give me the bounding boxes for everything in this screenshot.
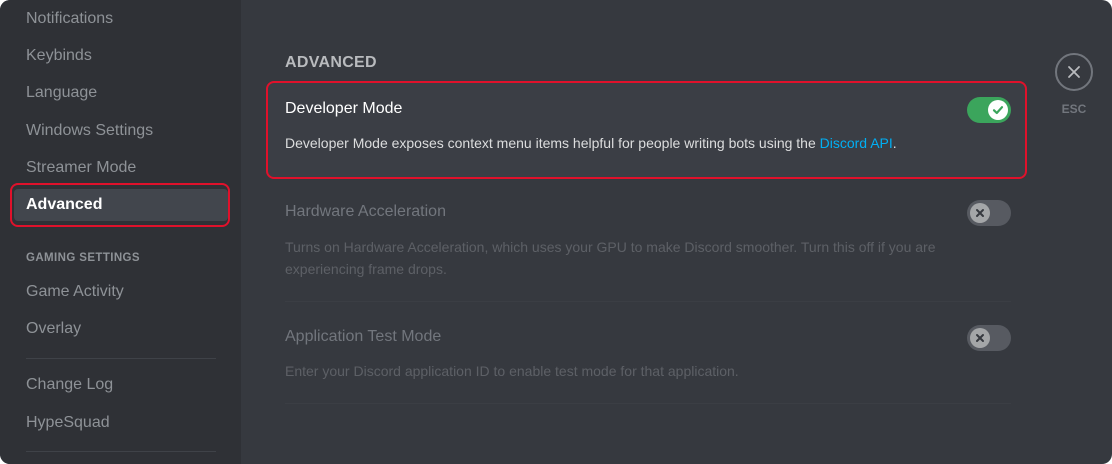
setting-description-text: Developer Mode exposes context menu item… <box>285 135 820 151</box>
sidebar-divider <box>26 451 216 452</box>
sidebar-item-label: Streamer Mode <box>26 159 137 176</box>
sidebar-divider <box>26 358 216 359</box>
sidebar-item-label: Game Activity <box>26 283 124 300</box>
x-icon <box>1068 66 1080 78</box>
x-icon <box>976 334 984 342</box>
sidebar-item-hypesquad[interactable]: HypeSquad <box>14 407 228 439</box>
sidebar-section-header: GAMING SETTINGS <box>26 252 140 264</box>
sidebar-item-keybinds[interactable]: Keybinds <box>14 40 228 72</box>
sidebar-item-label: Language <box>26 84 98 101</box>
toggle-knob <box>988 100 1008 120</box>
discord-api-link[interactable]: Discord API <box>820 135 893 151</box>
setting-hardware-acceleration: Hardware Acceleration Turns on Hardware … <box>285 200 1011 303</box>
setting-description: Turns on Hardware Acceleration, which us… <box>285 239 936 277</box>
x-icon <box>976 209 984 217</box>
setting-title: Developer Mode <box>285 100 403 117</box>
settings-window: Notifications Keybinds Language Windows … <box>0 0 1112 464</box>
page-title: ADVANCED <box>285 54 377 71</box>
sidebar-item-label: HypeSquad <box>26 414 110 431</box>
setting-title: Application Test Mode <box>285 328 442 345</box>
sidebar-item-label: Windows Settings <box>26 122 154 139</box>
sidebar-item-label: Change Log <box>26 376 114 393</box>
setting-description: Developer Mode exposes context menu item… <box>285 132 965 154</box>
sidebar-item-language[interactable]: Language <box>14 77 228 109</box>
selection-highlight <box>10 183 230 227</box>
setting-divider <box>285 301 1011 302</box>
toggle-knob <box>970 203 990 223</box>
setting-description-end: . <box>892 135 897 151</box>
check-icon <box>992 106 1004 115</box>
sidebar-item-streamer-mode[interactable]: Streamer Mode <box>14 152 228 184</box>
settings-content: ADVANCED Developer Mode Developer Mode e… <box>285 0 1011 464</box>
close-label: ESC <box>1061 102 1087 116</box>
sidebar-item-label: Keybinds <box>26 47 92 64</box>
sidebar-item-label: Overlay <box>26 320 82 337</box>
sidebar-item-windows-settings[interactable]: Windows Settings <box>14 115 228 147</box>
sidebar-item-game-activity[interactable]: Game Activity <box>14 276 228 308</box>
hardware-acceleration-toggle[interactable] <box>967 200 1011 226</box>
setting-description: Enter your Discord application ID to ena… <box>285 363 739 379</box>
sidebar-item-change-log[interactable]: Change Log <box>14 369 228 401</box>
application-test-mode-toggle[interactable] <box>967 325 1011 351</box>
setting-title: Hardware Acceleration <box>285 203 446 220</box>
close-button[interactable] <box>1055 53 1093 91</box>
setting-application-test-mode: Application Test Mode Enter your Discord… <box>285 325 1011 404</box>
sidebar-item-notifications[interactable]: Notifications <box>14 3 228 35</box>
sidebar-item-label: Notifications <box>26 10 114 27</box>
developer-mode-toggle[interactable] <box>967 97 1011 123</box>
setting-divider <box>285 403 1011 404</box>
settings-sidebar: Notifications Keybinds Language Windows … <box>0 0 241 464</box>
toggle-knob <box>970 328 990 348</box>
sidebar-item-overlay[interactable]: Overlay <box>14 313 228 345</box>
setting-developer-mode: Developer Mode Developer Mode exposes co… <box>285 97 1011 170</box>
